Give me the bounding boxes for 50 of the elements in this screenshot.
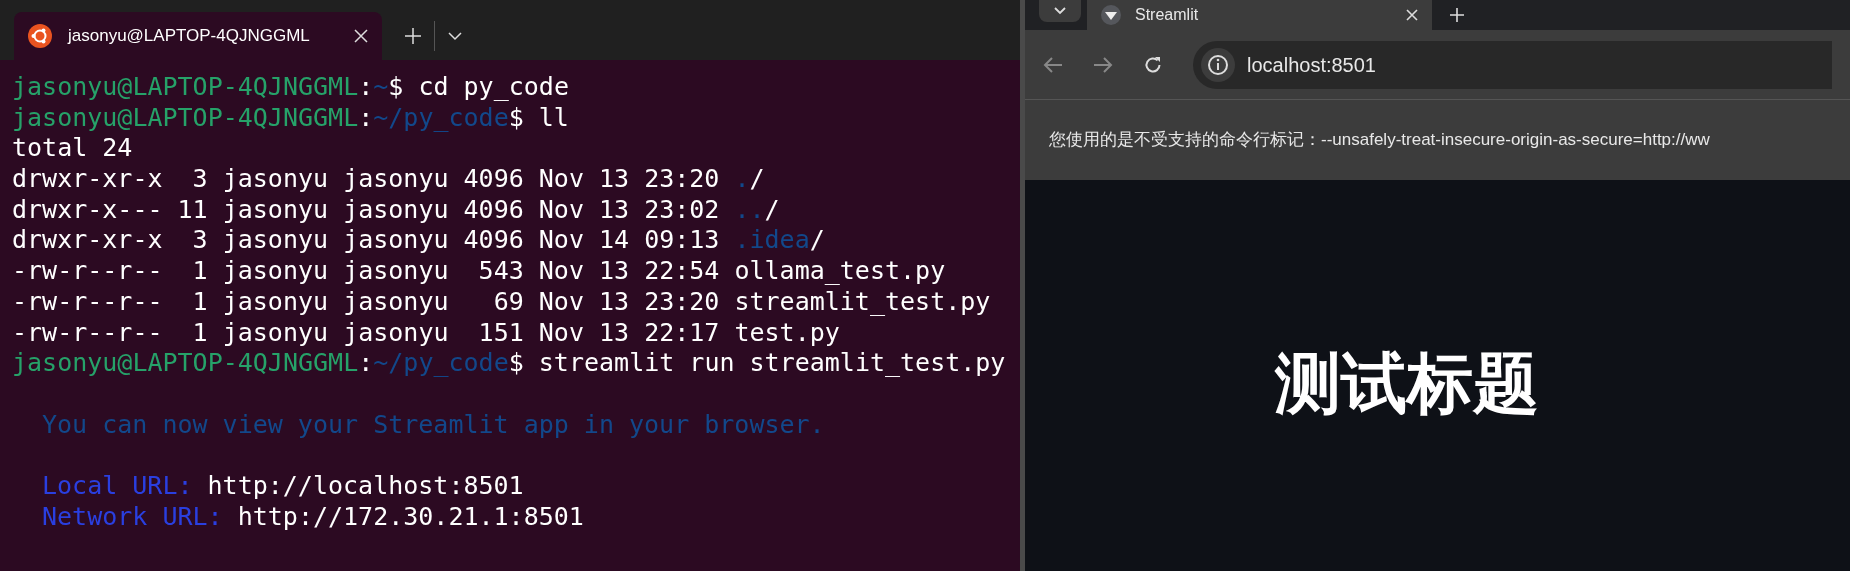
page-title: 测试标题 — [1275, 350, 1540, 416]
terminal-text: drwxr-xr-x 3 jasonyu jasonyu 4096 Nov 14 09:13 — [12, 225, 721, 257]
terminal-text: -rw-r--r-- 1 jasonyu jasonyu 151 Nov 13 22:17 test.py — [12, 317, 840, 349]
warning-message: 您使用的是不受支持的命令行标记：--unsafely-treat-insecure-origin-as-secure=http://ww — [1049, 129, 1710, 152]
close-icon[interactable] — [1406, 9, 1418, 21]
terminal-text: : — [358, 348, 374, 379]
forward-arrow-icon[interactable] — [1093, 55, 1113, 74]
info-icon[interactable] — [1201, 47, 1235, 82]
terminal-tab[interactable]: jasonyu@LAPTOP-4QJNGGML — [14, 12, 382, 60]
directory-name: .idea — [734, 225, 810, 257]
prompt-path: ~/py_code — [373, 348, 509, 379]
chevron-down-icon — [1054, 7, 1066, 15]
directory-name: . — [734, 164, 750, 195]
prompt-user: jasonyu@LAPTOP-4QJNGGML — [12, 102, 359, 134]
terminal-text: $ ll — [508, 102, 569, 134]
terminal-text: -rw-r--r-- 1 jasonyu jasonyu 69 Nov 13 23:20 streamlit_test.py — [12, 286, 991, 318]
tab-title: jasonyu@LAPTOP-4QJNGGML — [68, 25, 310, 48]
prompt-user: jasonyu@LAPTOP-4QJNGGML — [12, 348, 359, 379]
back-arrow-icon[interactable] — [1043, 55, 1063, 74]
url-label: Network URL: — [42, 501, 223, 533]
prompt-path: ~ — [373, 72, 389, 103]
directory-name: .. — [734, 194, 765, 226]
url-text: localhost:8501 — [1247, 52, 1376, 78]
terminal-text: $ streamlit run streamlit_test.py — [508, 348, 1006, 379]
chevron-down-icon[interactable] — [447, 31, 463, 41]
terminal-text: http://172.30.21.1:8501 — [236, 501, 584, 533]
prompt-path: ~/py_code — [373, 102, 509, 134]
terminal-text: drwxr-xr-x 3 jasonyu jasonyu 4096 Nov 13 23:20 — [12, 164, 721, 195]
server-notice: You can now view your Streamlit app in your browser. — [42, 409, 825, 441]
tab-search-button[interactable] — [1039, 0, 1081, 22]
new-tab-icon[interactable] — [404, 27, 422, 45]
terminal-text: / — [749, 164, 765, 195]
browser-tab[interactable]: Streamlit — [1087, 0, 1432, 30]
terminal-text: / — [764, 194, 780, 226]
terminal-text: : — [358, 72, 374, 103]
terminal-text: -rw-r--r-- 1 jasonyu jasonyu 543 Nov 13 22:54 ollama_test.py — [12, 256, 946, 287]
prompt-user: jasonyu@LAPTOP-4QJNGGML — [12, 72, 359, 103]
terminal-text: / — [809, 225, 825, 257]
terminal-text: http://localhost:8501 — [206, 470, 524, 502]
close-icon[interactable] — [354, 29, 368, 43]
terminal-text: : — [358, 102, 374, 134]
reload-icon[interactable] — [1143, 54, 1163, 75]
terminal-text: total 24 — [12, 133, 133, 165]
terminal-text: $ cd py_code — [388, 72, 569, 103]
terminal-text: drwxr-x--- 11 jasonyu jasonyu 4096 Nov 13 23:02 — [12, 194, 721, 226]
new-tab-icon[interactable] — [1450, 8, 1464, 22]
tab-title: Streamlit — [1135, 5, 1199, 25]
address-bar[interactable]: localhost:8501 — [1193, 40, 1832, 89]
url-label: Local URL: — [42, 470, 193, 502]
ubuntu-logo-icon — [28, 24, 52, 48]
